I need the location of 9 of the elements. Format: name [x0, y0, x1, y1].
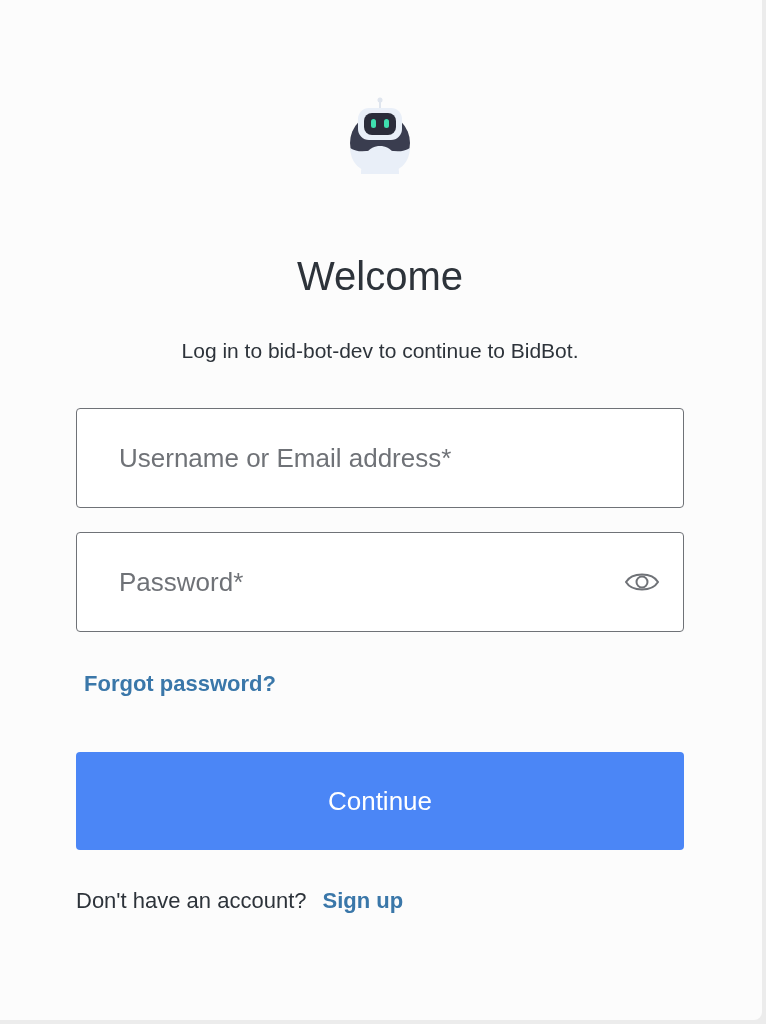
- login-subtitle: Log in to bid-bot-dev to continue to BidBot.: [180, 338, 580, 364]
- sign-up-link[interactable]: Sign up: [322, 888, 404, 915]
- robot-logo-icon: [349, 96, 411, 174]
- password-field[interactable]: Password*: [76, 532, 684, 633]
- continue-button[interactable]: Continue: [76, 752, 684, 851]
- forgot-password-link[interactable]: Forgot password?: [84, 671, 276, 697]
- username-field[interactable]: Username or Email address*: [76, 408, 684, 509]
- welcome-heading: Welcome: [296, 256, 464, 296]
- signup-prompt: Don't have an account?: [76, 888, 307, 915]
